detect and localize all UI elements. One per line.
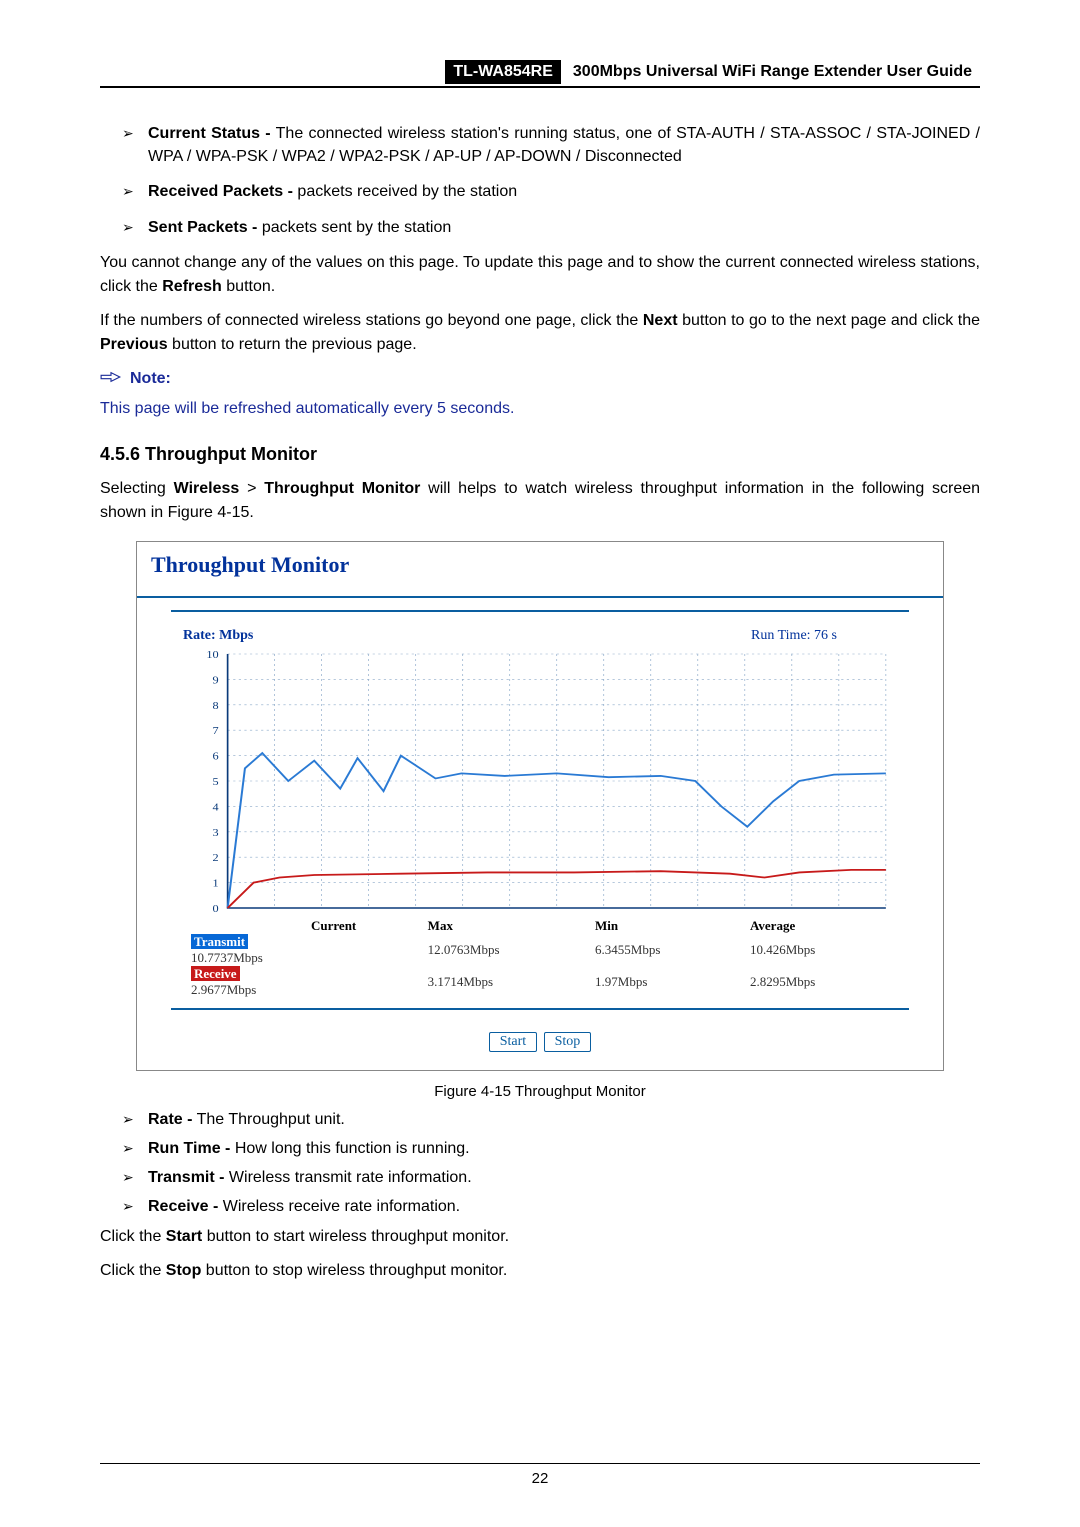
receive-badge: Receive — [191, 966, 240, 981]
figure-title: Throughput Monitor — [137, 542, 943, 598]
runtime-label: Run Time: 76 s — [751, 628, 897, 644]
svg-text:1: 1 — [213, 877, 219, 889]
list-item: Rate - The Throughput unit. — [122, 1108, 980, 1131]
stop-button[interactable]: Stop — [544, 1032, 592, 1052]
model-badge: TL-WA854RE — [445, 60, 561, 84]
paragraph: If the numbers of connected wireless sta… — [100, 309, 980, 357]
chart-svg-container: 0 1 2 3 4 5 6 7 8 9 10 — [183, 648, 897, 918]
page-number: 22 — [532, 1470, 549, 1487]
col-min: Min — [587, 918, 742, 934]
list-item: Sent Packets - packets sent by the stati… — [122, 216, 980, 239]
svg-text:5: 5 — [213, 775, 219, 787]
table-row: Receive 2.9677Mbps 3.1714Mbps 1.97Mbps 2… — [183, 966, 897, 998]
paragraph: Click the Start button to start wireless… — [100, 1225, 980, 1249]
svg-text:7: 7 — [213, 725, 219, 737]
col-max: Max — [420, 918, 587, 934]
figure-buttons: Start Stop — [137, 1014, 943, 1070]
paragraph: Selecting Wireless > Throughput Monitor … — [100, 477, 980, 525]
chart-area: Rate: Mbps Run Time: 76 s 0 1 2 3 4 5 6 7 8 9 10 C… — [171, 610, 909, 1010]
svg-text:9: 9 — [213, 674, 219, 686]
bullet-label: Sent Packets - — [148, 219, 257, 236]
throughput-chart: 0 1 2 3 4 5 6 7 8 9 10 — [183, 648, 897, 918]
list-item: Receive - Wireless receive rate informat… — [122, 1195, 980, 1218]
bullet-label: Current Status - — [148, 125, 271, 142]
legend-table: Current Max Min Average Transmit 10.7737… — [183, 918, 897, 998]
paragraph: Click the Stop button to stop wireless t… — [100, 1259, 980, 1283]
bottom-bullet-list: Rate - The Throughput unit. Run Time - H… — [100, 1108, 980, 1219]
page-footer: 22 — [100, 1463, 980, 1487]
bullet-desc: packets received by the station — [293, 183, 517, 200]
svg-text:3: 3 — [213, 826, 219, 838]
rate-label: Rate: Mbps — [183, 628, 253, 644]
list-item: Current Status - The connected wireless … — [122, 122, 980, 168]
svg-text:6: 6 — [213, 750, 219, 762]
list-item: Run Time - How long this function is run… — [122, 1137, 980, 1160]
bullet-label: Received Packets - — [148, 183, 293, 200]
page-header: TL-WA854RE 300Mbps Universal WiFi Range … — [100, 60, 980, 88]
figure-caption: Figure 4-15 Throughput Monitor — [100, 1083, 980, 1100]
bullet-desc: The connected wireless station's running… — [148, 125, 980, 165]
note-heading: Note: — [100, 369, 980, 390]
bullet-desc: packets sent by the station — [257, 219, 451, 236]
doc-title: 300Mbps Universal WiFi Range Extender Us… — [561, 60, 980, 84]
col-avg: Average — [742, 918, 897, 934]
list-item: Received Packets - packets received by t… — [122, 180, 980, 203]
throughput-figure: Throughput Monitor Rate: Mbps Run Time: … — [136, 541, 944, 1071]
transmit-badge: Transmit — [191, 934, 248, 949]
section-heading: 4.5.6 Throughput Monitor — [100, 444, 980, 465]
pointing-hand-icon — [100, 369, 122, 390]
list-item: Transmit - Wireless transmit rate inform… — [122, 1166, 980, 1189]
start-button[interactable]: Start — [489, 1032, 537, 1052]
col-current: Current — [303, 918, 420, 934]
svg-text:4: 4 — [213, 801, 219, 813]
note-label: Note: — [130, 370, 171, 388]
top-bullet-list: Current Status - The connected wireless … — [100, 122, 980, 239]
note-body: This page will be refreshed automaticall… — [100, 400, 980, 418]
svg-text:10: 10 — [206, 648, 218, 660]
svg-text:0: 0 — [213, 902, 219, 914]
table-row: Transmit 10.7737Mbps 12.0763Mbps 6.3455M… — [183, 934, 897, 966]
svg-text:2: 2 — [213, 852, 219, 864]
svg-text:8: 8 — [213, 699, 219, 711]
paragraph: You cannot change any of the values on t… — [100, 251, 980, 299]
